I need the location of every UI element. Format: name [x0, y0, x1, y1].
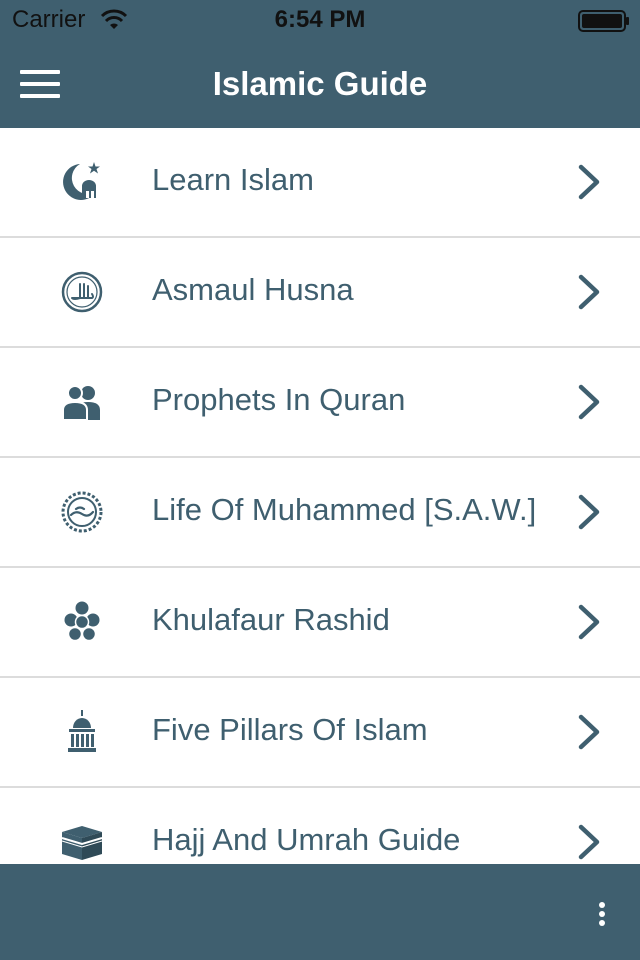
pillars-dome-icon	[68, 710, 96, 752]
list-item-label: Five Pillars Of Islam	[152, 712, 428, 747]
menu-list: Learn Islam Asmaul Husna Prophets In Qur…	[0, 128, 640, 864]
chevron-right-icon	[578, 494, 600, 530]
list-item-label: Hajj And Umrah Guide	[152, 822, 461, 857]
status-time: 6:54 PM	[274, 6, 366, 33]
battery-icon	[578, 10, 629, 32]
bottom-toolbar	[0, 864, 640, 960]
status-bar: Carrier 6:54 PM	[0, 0, 640, 40]
list-item-label: Asmaul Husna	[152, 272, 354, 307]
list-item-prophets-in-quran[interactable]: Prophets In Quran	[0, 348, 640, 458]
chevron-right-icon	[578, 604, 600, 640]
list-item-label: Prophets In Quran	[152, 382, 406, 417]
list-item-learn-islam[interactable]: Learn Islam	[0, 128, 640, 238]
list-item-khulafaur-rashid[interactable]: Khulafaur Rashid	[0, 568, 640, 678]
kaaba-icon	[61, 826, 103, 860]
list-item-life-of-muhammed[interactable]: Life Of Muhammed [S.A.W.]	[0, 458, 640, 568]
list-item-five-pillars[interactable]: Five Pillars Of Islam	[0, 678, 640, 788]
chevron-right-icon	[578, 274, 600, 310]
page-title: Islamic Guide	[212, 65, 428, 102]
navigation-bar: Islamic Guide	[0, 40, 640, 128]
chevron-right-icon	[578, 714, 600, 750]
chevron-right-icon	[578, 164, 600, 200]
crescent-mosque-icon	[63, 162, 100, 200]
group-circles-icon	[64, 601, 100, 642]
people-icon	[62, 385, 100, 421]
chevron-right-icon	[578, 384, 600, 420]
allah-calligraphy-icon	[61, 271, 103, 313]
list-item-label: Life Of Muhammed [S.A.W.]	[152, 492, 537, 527]
list-item-label: Learn Islam	[152, 162, 314, 197]
more-vertical-icon[interactable]	[590, 894, 614, 934]
list-item-hajj-umrah[interactable]: Hajj And Umrah Guide	[0, 788, 640, 864]
app-screen: Carrier 6:54 PM Islamic Guide Learn Isla…	[0, 0, 640, 960]
list-item-asmaul-husna[interactable]: Asmaul Husna	[0, 238, 640, 348]
chevron-right-icon	[578, 824, 600, 860]
list-item-label: Khulafaur Rashid	[152, 602, 390, 637]
muhammad-seal-icon	[61, 491, 103, 533]
